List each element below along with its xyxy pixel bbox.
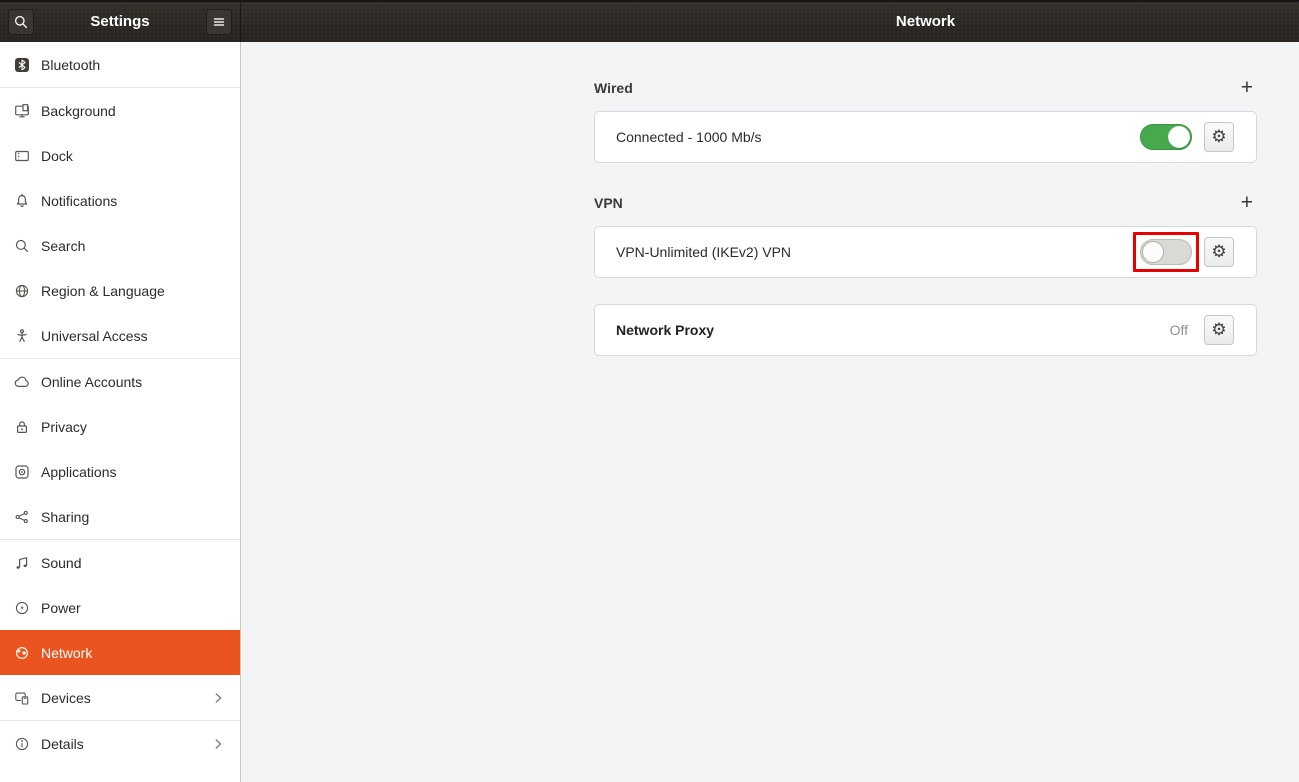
- wired-section-title: Wired: [594, 80, 633, 96]
- globe-icon: [14, 283, 30, 299]
- search-icon: [13, 14, 29, 30]
- sidebar-item-network[interactable]: Network: [0, 630, 240, 675]
- add-wired-connection-button[interactable]: +: [1237, 79, 1257, 97]
- sidebar-item-label: Privacy: [41, 419, 87, 435]
- sidebar-item-label: Online Accounts: [41, 374, 142, 390]
- sidebar-item-privacy[interactable]: Privacy: [0, 404, 240, 449]
- sidebar-item-label: Power: [41, 600, 81, 616]
- devices-icon: [14, 690, 30, 706]
- sidebar: Bluetooth Background Dock: [0, 42, 241, 782]
- wired-connection-label: Connected - 1000 Mb/s: [616, 129, 762, 145]
- sidebar-item-label: Region & Language: [41, 283, 165, 299]
- wired-toggle[interactable]: [1140, 124, 1192, 150]
- toggle-knob: [1168, 126, 1190, 148]
- sidebar-item-label: Sound: [41, 555, 81, 571]
- chevron-right-icon: [210, 736, 226, 752]
- sidebar-item-sharing[interactable]: Sharing: [0, 494, 240, 539]
- lock-icon: [14, 419, 30, 435]
- cloud-icon: [14, 374, 30, 390]
- vpn-toggle-highlight: [1133, 232, 1199, 272]
- hamburger-icon: [211, 14, 227, 30]
- sidebar-item-label: Bluetooth: [41, 57, 100, 73]
- accessibility-icon: [14, 328, 30, 344]
- sidebar-item-universal-access[interactable]: Universal Access: [0, 313, 240, 358]
- sidebar-item-devices[interactable]: Devices: [0, 675, 240, 720]
- gear-icon: ⚙: [1211, 242, 1226, 262]
- sidebar-item-sound[interactable]: Sound: [0, 540, 240, 585]
- sidebar-item-label: Search: [41, 238, 85, 254]
- sidebar-item-region-language[interactable]: Region & Language: [0, 268, 240, 313]
- panel-title: Network: [594, 2, 1257, 42]
- sidebar-item-label: Background: [41, 103, 116, 119]
- vpn-connection-row: VPN-Unlimited (IKEv2) VPN ⚙: [594, 226, 1257, 278]
- sidebar-title: Settings: [40, 2, 200, 42]
- sidebar-item-label: Details: [41, 736, 84, 752]
- sidebar-item-background[interactable]: Background: [0, 88, 240, 133]
- search-button[interactable]: [8, 9, 34, 35]
- magnifier-icon: [14, 238, 30, 254]
- sidebar-item-bluetooth[interactable]: Bluetooth: [0, 42, 240, 87]
- network-proxy-row: Network Proxy Off ⚙: [594, 304, 1257, 356]
- dock-icon: [14, 148, 30, 164]
- sidebar-item-label: Dock: [41, 148, 73, 164]
- bluetooth-icon: [14, 57, 30, 73]
- sidebar-item-label: Notifications: [41, 193, 117, 209]
- sidebar-headerbar: Settings: [0, 2, 241, 42]
- music-note-icon: [14, 555, 30, 571]
- sidebar-item-online-accounts[interactable]: Online Accounts: [0, 359, 240, 404]
- sidebar-item-label: Sharing: [41, 509, 89, 525]
- vpn-section-title: VPN: [594, 195, 623, 211]
- sidebar-item-label: Applications: [41, 464, 117, 480]
- sidebar-item-label: Devices: [41, 690, 91, 706]
- bell-icon: [14, 193, 30, 209]
- settings-window: Settings Network Bluetooth: [0, 0, 1299, 782]
- sidebar-item-applications[interactable]: Applications: [0, 449, 240, 494]
- network-proxy-label: Network Proxy: [616, 322, 714, 338]
- sidebar-item-label: Universal Access: [41, 328, 148, 344]
- sidebar-item-dock[interactable]: Dock: [0, 133, 240, 178]
- vpn-settings-button[interactable]: ⚙: [1204, 237, 1234, 267]
- applications-icon: [14, 464, 30, 480]
- hamburger-menu-button[interactable]: [206, 9, 232, 35]
- vpn-toggle[interactable]: [1140, 239, 1192, 265]
- network-panel: Wired + Connected - 1000 Mb/s ⚙ VPN + VP…: [594, 78, 1257, 356]
- add-vpn-button[interactable]: +: [1237, 194, 1257, 212]
- sidebar-item-search[interactable]: Search: [0, 223, 240, 268]
- toggle-knob: [1142, 241, 1164, 263]
- share-nodes-icon: [14, 509, 30, 525]
- wired-settings-button[interactable]: ⚙: [1204, 122, 1234, 152]
- proxy-settings-button[interactable]: ⚙: [1204, 315, 1234, 345]
- info-icon: [14, 736, 30, 752]
- headerbar: Settings Network: [0, 0, 1299, 42]
- background-icon: [14, 103, 30, 119]
- proxy-status: Off: [1170, 322, 1188, 338]
- vpn-section-header: VPN +: [594, 193, 1257, 213]
- sidebar-item-label: Network: [41, 645, 92, 661]
- wired-section-header: Wired +: [594, 78, 1257, 98]
- network-globe-icon: [14, 645, 30, 661]
- sidebar-item-notifications[interactable]: Notifications: [0, 178, 240, 223]
- sidebar-item-power[interactable]: Power: [0, 585, 240, 630]
- wired-connection-row: Connected - 1000 Mb/s ⚙: [594, 111, 1257, 163]
- gear-icon: ⚙: [1211, 320, 1226, 340]
- gear-icon: ⚙: [1211, 127, 1226, 147]
- vpn-connection-label: VPN-Unlimited (IKEv2) VPN: [616, 244, 791, 260]
- chevron-right-icon: [210, 690, 226, 706]
- sidebar-item-details[interactable]: Details: [0, 721, 240, 766]
- power-icon: [14, 600, 30, 616]
